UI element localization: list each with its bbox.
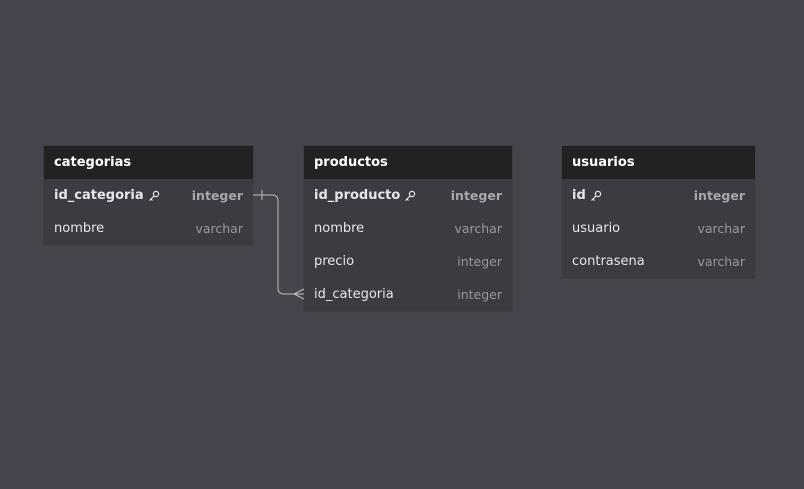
column-name: precio	[314, 254, 355, 269]
table-usuarios[interactable]: usuarios id integer usuario varchar cont…	[562, 146, 755, 278]
column-name: id	[572, 188, 586, 203]
column-type: integer	[457, 254, 502, 269]
diagram-canvas[interactable]: categorias id_categoria integer nombre v…	[0, 0, 804, 489]
column-name: nombre	[314, 221, 365, 236]
column-type: varchar	[195, 221, 243, 236]
table-categorias[interactable]: categorias id_categoria integer nombre v…	[44, 146, 253, 245]
column-row-id[interactable]: id integer	[562, 179, 755, 212]
column-row-nombre[interactable]: nombre varchar	[304, 212, 512, 245]
cardinality-many-marker	[293, 288, 305, 300]
table-header[interactable]: productos	[304, 146, 512, 179]
column-type: integer	[457, 287, 502, 302]
relationship-line[interactable]	[253, 194, 304, 295]
table-header[interactable]: categorias	[44, 146, 253, 179]
table-header[interactable]: usuarios	[562, 146, 755, 179]
column-row-id-categoria[interactable]: id_categoria integer	[44, 179, 253, 212]
column-type: integer	[450, 188, 502, 203]
column-row-nombre[interactable]: nombre varchar	[44, 212, 253, 245]
column-name: id_categoria	[314, 287, 394, 302]
column-row-id-producto[interactable]: id_producto integer	[304, 179, 512, 212]
column-name: contrasena	[572, 254, 645, 269]
column-row-usuario[interactable]: usuario varchar	[562, 212, 755, 245]
primary-key-icon	[148, 190, 160, 202]
table-productos[interactable]: productos id_producto integer nombre var…	[304, 146, 512, 311]
column-type: integer	[191, 188, 243, 203]
column-type: varchar	[454, 221, 502, 236]
column-name: id_categoria	[54, 188, 144, 203]
column-name: usuario	[572, 221, 621, 236]
column-name: nombre	[54, 221, 105, 236]
column-type: integer	[693, 188, 745, 203]
column-row-contrasena[interactable]: contrasena varchar	[562, 245, 755, 278]
column-row-precio[interactable]: precio integer	[304, 245, 512, 278]
column-type: varchar	[697, 221, 745, 236]
primary-key-icon	[404, 190, 416, 202]
column-name: id_producto	[314, 188, 401, 203]
primary-key-icon	[590, 190, 602, 202]
column-row-id-categoria[interactable]: id_categoria integer	[304, 278, 512, 311]
column-type: varchar	[697, 254, 745, 269]
